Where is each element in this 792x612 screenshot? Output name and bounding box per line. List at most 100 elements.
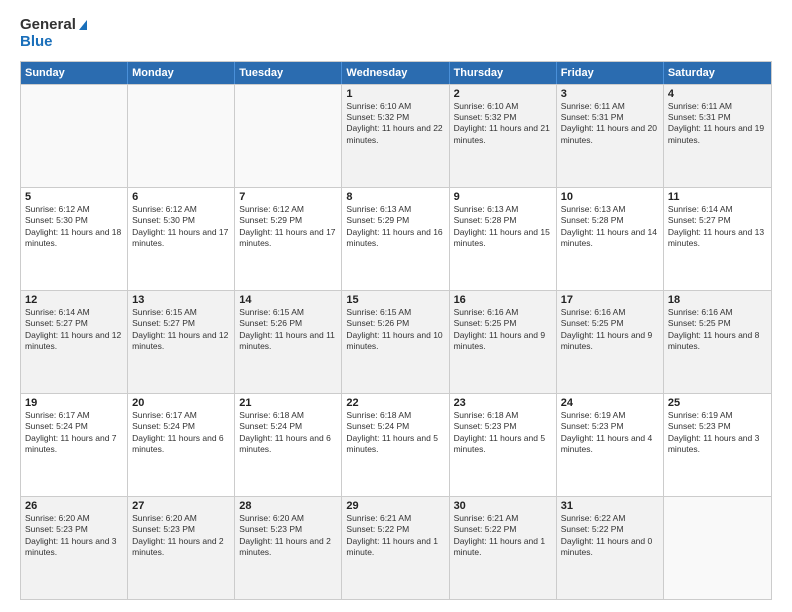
day-number: 20 bbox=[132, 397, 230, 409]
cell-info: Sunrise: 6:21 AMSunset: 5:22 PMDaylight:… bbox=[346, 513, 444, 559]
day-number: 16 bbox=[454, 294, 552, 306]
day-cell-15: 15 Sunrise: 6:15 AMSunset: 5:26 PMDaylig… bbox=[342, 291, 449, 393]
logo-general: General bbox=[20, 16, 87, 33]
cell-info: Sunrise: 6:12 AMSunset: 5:30 PMDaylight:… bbox=[132, 204, 230, 250]
calendar-row-4: 19 Sunrise: 6:17 AMSunset: 5:24 PMDaylig… bbox=[21, 393, 771, 496]
cell-info: Sunrise: 6:21 AMSunset: 5:22 PMDaylight:… bbox=[454, 513, 552, 559]
day-cell-1: 1 Sunrise: 6:10 AMSunset: 5:32 PMDayligh… bbox=[342, 85, 449, 187]
day-number: 24 bbox=[561, 397, 659, 409]
cell-info: Sunrise: 6:17 AMSunset: 5:24 PMDaylight:… bbox=[25, 410, 123, 456]
day-cell-2: 2 Sunrise: 6:10 AMSunset: 5:32 PMDayligh… bbox=[450, 85, 557, 187]
cell-info: Sunrise: 6:18 AMSunset: 5:24 PMDaylight:… bbox=[239, 410, 337, 456]
header-monday: Monday bbox=[128, 62, 235, 84]
day-number: 8 bbox=[346, 191, 444, 203]
cell-info: Sunrise: 6:12 AMSunset: 5:29 PMDaylight:… bbox=[239, 204, 337, 250]
day-number: 17 bbox=[561, 294, 659, 306]
cell-info: Sunrise: 6:11 AMSunset: 5:31 PMDaylight:… bbox=[668, 101, 767, 147]
cell-info: Sunrise: 6:13 AMSunset: 5:28 PMDaylight:… bbox=[561, 204, 659, 250]
header-wednesday: Wednesday bbox=[342, 62, 449, 84]
header-friday: Friday bbox=[557, 62, 664, 84]
day-cell-21: 21 Sunrise: 6:18 AMSunset: 5:24 PMDaylig… bbox=[235, 394, 342, 496]
day-cell-31: 31 Sunrise: 6:22 AMSunset: 5:22 PMDaylig… bbox=[557, 497, 664, 599]
day-cell-14: 14 Sunrise: 6:15 AMSunset: 5:26 PMDaylig… bbox=[235, 291, 342, 393]
day-number: 5 bbox=[25, 191, 123, 203]
day-cell-6: 6 Sunrise: 6:12 AMSunset: 5:30 PMDayligh… bbox=[128, 188, 235, 290]
day-cell-3: 3 Sunrise: 6:11 AMSunset: 5:31 PMDayligh… bbox=[557, 85, 664, 187]
cell-info: Sunrise: 6:19 AMSunset: 5:23 PMDaylight:… bbox=[668, 410, 767, 456]
day-number: 22 bbox=[346, 397, 444, 409]
empty-cell-4-6 bbox=[664, 497, 771, 599]
cell-info: Sunrise: 6:14 AMSunset: 5:27 PMDaylight:… bbox=[25, 307, 123, 353]
cell-info: Sunrise: 6:22 AMSunset: 5:22 PMDaylight:… bbox=[561, 513, 659, 559]
cell-info: Sunrise: 6:16 AMSunset: 5:25 PMDaylight:… bbox=[454, 307, 552, 353]
cell-info: Sunrise: 6:13 AMSunset: 5:29 PMDaylight:… bbox=[346, 204, 444, 250]
day-number: 18 bbox=[668, 294, 767, 306]
day-number: 4 bbox=[668, 88, 767, 100]
day-number: 2 bbox=[454, 88, 552, 100]
cell-info: Sunrise: 6:20 AMSunset: 5:23 PMDaylight:… bbox=[239, 513, 337, 559]
day-cell-29: 29 Sunrise: 6:21 AMSunset: 5:22 PMDaylig… bbox=[342, 497, 449, 599]
day-cell-19: 19 Sunrise: 6:17 AMSunset: 5:24 PMDaylig… bbox=[21, 394, 128, 496]
cell-info: Sunrise: 6:10 AMSunset: 5:32 PMDaylight:… bbox=[346, 101, 444, 147]
calendar-row-2: 5 Sunrise: 6:12 AMSunset: 5:30 PMDayligh… bbox=[21, 187, 771, 290]
day-number: 7 bbox=[239, 191, 337, 203]
day-number: 28 bbox=[239, 500, 337, 512]
empty-cell-0-1 bbox=[128, 85, 235, 187]
header-thursday: Thursday bbox=[450, 62, 557, 84]
cell-info: Sunrise: 6:11 AMSunset: 5:31 PMDaylight:… bbox=[561, 101, 659, 147]
header-saturday: Saturday bbox=[664, 62, 771, 84]
calendar: SundayMondayTuesdayWednesdayThursdayFrid… bbox=[20, 61, 772, 601]
page: General Blue SundayMondayTuesdayWednesda… bbox=[0, 0, 792, 612]
day-cell-8: 8 Sunrise: 6:13 AMSunset: 5:29 PMDayligh… bbox=[342, 188, 449, 290]
day-cell-24: 24 Sunrise: 6:19 AMSunset: 5:23 PMDaylig… bbox=[557, 394, 664, 496]
day-number: 23 bbox=[454, 397, 552, 409]
cell-info: Sunrise: 6:15 AMSunset: 5:26 PMDaylight:… bbox=[239, 307, 337, 353]
day-cell-10: 10 Sunrise: 6:13 AMSunset: 5:28 PMDaylig… bbox=[557, 188, 664, 290]
cell-info: Sunrise: 6:20 AMSunset: 5:23 PMDaylight:… bbox=[132, 513, 230, 559]
day-number: 31 bbox=[561, 500, 659, 512]
cell-info: Sunrise: 6:17 AMSunset: 5:24 PMDaylight:… bbox=[132, 410, 230, 456]
logo: General Blue bbox=[20, 16, 87, 51]
day-cell-25: 25 Sunrise: 6:19 AMSunset: 5:23 PMDaylig… bbox=[664, 394, 771, 496]
day-number: 26 bbox=[25, 500, 123, 512]
day-cell-7: 7 Sunrise: 6:12 AMSunset: 5:29 PMDayligh… bbox=[235, 188, 342, 290]
day-number: 3 bbox=[561, 88, 659, 100]
day-number: 9 bbox=[454, 191, 552, 203]
day-cell-17: 17 Sunrise: 6:16 AMSunset: 5:25 PMDaylig… bbox=[557, 291, 664, 393]
empty-cell-0-0 bbox=[21, 85, 128, 187]
day-number: 12 bbox=[25, 294, 123, 306]
calendar-row-5: 26 Sunrise: 6:20 AMSunset: 5:23 PMDaylig… bbox=[21, 496, 771, 599]
day-cell-28: 28 Sunrise: 6:20 AMSunset: 5:23 PMDaylig… bbox=[235, 497, 342, 599]
day-number: 13 bbox=[132, 294, 230, 306]
day-number: 21 bbox=[239, 397, 337, 409]
day-cell-20: 20 Sunrise: 6:17 AMSunset: 5:24 PMDaylig… bbox=[128, 394, 235, 496]
day-cell-5: 5 Sunrise: 6:12 AMSunset: 5:30 PMDayligh… bbox=[21, 188, 128, 290]
day-cell-9: 9 Sunrise: 6:13 AMSunset: 5:28 PMDayligh… bbox=[450, 188, 557, 290]
header-tuesday: Tuesday bbox=[235, 62, 342, 84]
empty-cell-0-2 bbox=[235, 85, 342, 187]
day-cell-13: 13 Sunrise: 6:15 AMSunset: 5:27 PMDaylig… bbox=[128, 291, 235, 393]
cell-info: Sunrise: 6:19 AMSunset: 5:23 PMDaylight:… bbox=[561, 410, 659, 456]
cell-info: Sunrise: 6:12 AMSunset: 5:30 PMDaylight:… bbox=[25, 204, 123, 250]
day-number: 30 bbox=[454, 500, 552, 512]
header: General Blue bbox=[20, 16, 772, 51]
cell-info: Sunrise: 6:16 AMSunset: 5:25 PMDaylight:… bbox=[668, 307, 767, 353]
day-cell-26: 26 Sunrise: 6:20 AMSunset: 5:23 PMDaylig… bbox=[21, 497, 128, 599]
header-sunday: Sunday bbox=[21, 62, 128, 84]
day-cell-27: 27 Sunrise: 6:20 AMSunset: 5:23 PMDaylig… bbox=[128, 497, 235, 599]
calendar-header: SundayMondayTuesdayWednesdayThursdayFrid… bbox=[21, 62, 771, 84]
calendar-body: 1 Sunrise: 6:10 AMSunset: 5:32 PMDayligh… bbox=[21, 84, 771, 600]
cell-info: Sunrise: 6:14 AMSunset: 5:27 PMDaylight:… bbox=[668, 204, 767, 250]
day-number: 29 bbox=[346, 500, 444, 512]
day-cell-18: 18 Sunrise: 6:16 AMSunset: 5:25 PMDaylig… bbox=[664, 291, 771, 393]
day-number: 14 bbox=[239, 294, 337, 306]
day-cell-23: 23 Sunrise: 6:18 AMSunset: 5:23 PMDaylig… bbox=[450, 394, 557, 496]
day-cell-22: 22 Sunrise: 6:18 AMSunset: 5:24 PMDaylig… bbox=[342, 394, 449, 496]
day-cell-11: 11 Sunrise: 6:14 AMSunset: 5:27 PMDaylig… bbox=[664, 188, 771, 290]
day-number: 10 bbox=[561, 191, 659, 203]
cell-info: Sunrise: 6:13 AMSunset: 5:28 PMDaylight:… bbox=[454, 204, 552, 250]
cell-info: Sunrise: 6:15 AMSunset: 5:27 PMDaylight:… bbox=[132, 307, 230, 353]
day-number: 15 bbox=[346, 294, 444, 306]
calendar-row-1: 1 Sunrise: 6:10 AMSunset: 5:32 PMDayligh… bbox=[21, 84, 771, 187]
day-number: 6 bbox=[132, 191, 230, 203]
